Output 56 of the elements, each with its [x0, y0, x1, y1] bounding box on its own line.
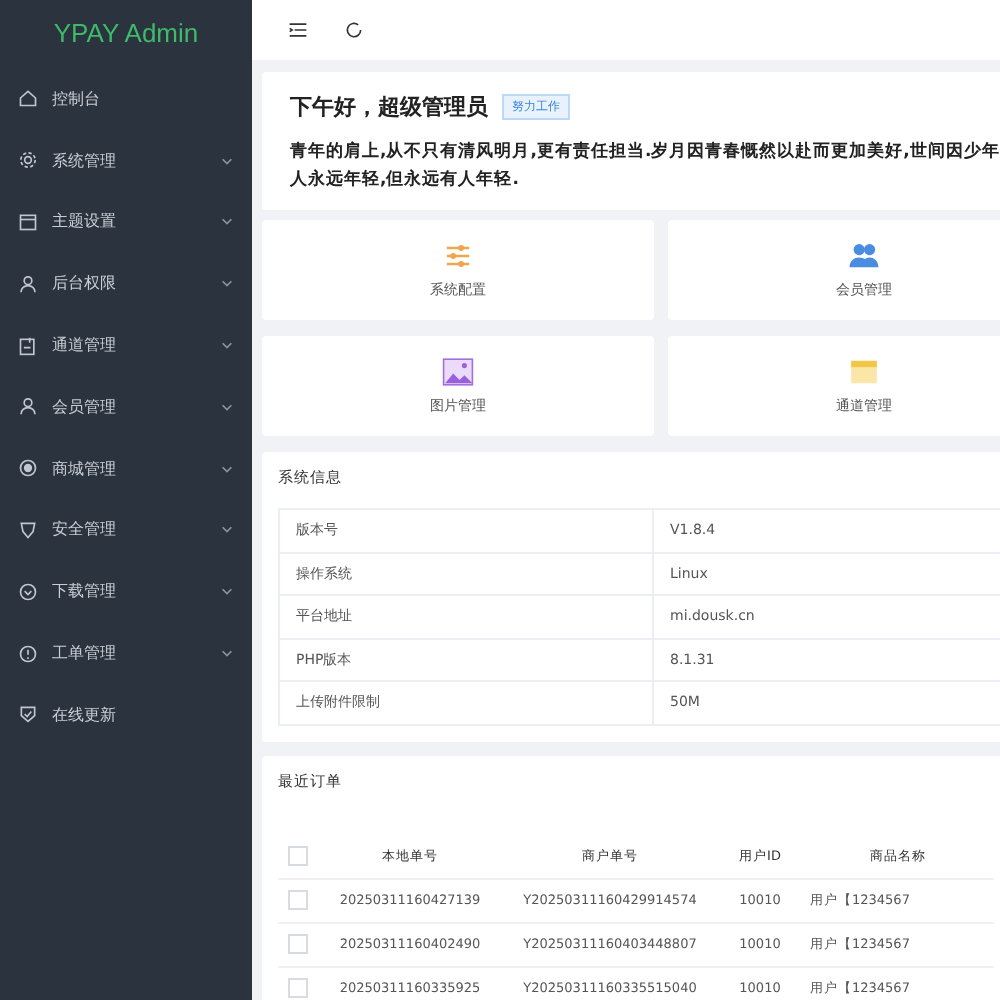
- menu-label: 安全管理: [52, 518, 118, 541]
- chevron-down-icon: [220, 584, 234, 599]
- menu-label: 工单管理: [52, 642, 118, 665]
- download-icon: [18, 581, 38, 602]
- motto-text: 青年的肩上,从不只有清风明月,更有责任担当.岁月因青春慨然以赴而更加美好,世间因少年: [290, 139, 1000, 166]
- menu-item[interactable]: 通道管理: [0, 314, 252, 376]
- menu-item[interactable]: 控制台: [0, 68, 252, 130]
- menu-item[interactable]: 会员管理: [0, 375, 252, 438]
- menu-label: 主题设置: [52, 210, 118, 233]
- refresh-icon[interactable]: [344, 20, 364, 40]
- target-icon: [18, 458, 38, 479]
- chevron-down-icon: [220, 461, 234, 476]
- menu-item[interactable]: 工单管理: [0, 622, 252, 684]
- chevron-down-icon: [220, 276, 234, 291]
- menu-item[interactable]: 主题设置: [0, 191, 252, 253]
- menu-item[interactable]: 安全管理: [0, 499, 252, 561]
- logo-text: YPAY Admin: [51, 16, 201, 52]
- chevron-down-icon: [220, 522, 234, 537]
- chevron-down-icon: [220, 214, 234, 229]
- shield-icon: [18, 519, 38, 540]
- row-checkbox[interactable]: [288, 978, 308, 998]
- menu-label: 系统管理: [52, 149, 118, 172]
- users-icon: [848, 240, 880, 272]
- menu-label: 通道管理: [52, 334, 118, 357]
- check-icon: [18, 704, 38, 725]
- info-icon: [18, 643, 38, 664]
- menu-label: 会员管理: [52, 395, 118, 418]
- row-checkbox[interactable]: [288, 890, 308, 910]
- gear-icon: [18, 150, 38, 171]
- user-icon: [18, 273, 38, 294]
- home-icon: [18, 88, 38, 109]
- sliders-icon: [442, 240, 474, 272]
- menu-label: 控制台: [52, 87, 102, 110]
- chevron-down-icon: [220, 399, 234, 414]
- doc-icon: [18, 335, 38, 356]
- menu-label: 下载管理: [52, 580, 118, 603]
- menu-item[interactable]: 系统管理: [0, 129, 252, 192]
- row-checkbox[interactable]: [288, 934, 308, 954]
- chevron-down-icon: [220, 646, 234, 661]
- menu-icon[interactable]: [288, 20, 308, 40]
- menu-item[interactable]: 商城管理: [0, 437, 252, 500]
- chevron-down-icon: [220, 338, 234, 353]
- image-icon: [442, 356, 474, 388]
- select-all-checkbox[interactable]: [288, 846, 308, 866]
- calendar-icon: [18, 211, 38, 232]
- menu-item[interactable]: 后台权限: [0, 252, 252, 315]
- menu-item[interactable]: 在线更新: [0, 683, 252, 746]
- menu-label: 后台权限: [52, 272, 118, 295]
- menu-item[interactable]: 下载管理: [0, 560, 252, 623]
- motto-text: 人永远年轻,但永远有人年轻.: [290, 167, 521, 194]
- user-icon: [18, 396, 38, 417]
- menu-label: 商城管理: [52, 457, 118, 480]
- greeting: 下午好，超级管理员: [290, 92, 488, 122]
- chevron-down-icon: [220, 153, 234, 168]
- card-icon: [848, 356, 880, 388]
- menu-label: 在线更新: [52, 703, 118, 726]
